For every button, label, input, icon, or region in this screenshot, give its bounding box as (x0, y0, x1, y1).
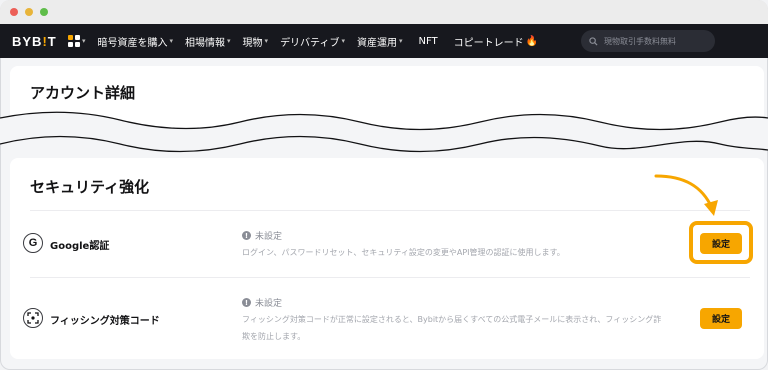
account-details-title: アカウント詳細 (30, 84, 136, 102)
search-bar[interactable]: 現物取引手数料無料 (581, 30, 715, 52)
description-line: 欺を防止します。 (242, 332, 306, 341)
maximize-window-button[interactable] (40, 8, 48, 16)
google-auth-description: ログイン、パスワードリセット、セキュリティ設定の変更やAPI管理の認証に使用しま… (242, 248, 565, 257)
description-line: フィッシング対策コードが正常に設定されると、Bybitから届くすべての公式電子メ… (242, 315, 662, 324)
fire-icon: 🔥 (525, 35, 539, 47)
highlight-frame (689, 221, 753, 264)
anti-phishing-setup-button[interactable]: 設定 (700, 308, 742, 329)
anti-phishing-icon (23, 308, 43, 328)
minimize-window-button[interactable] (25, 8, 33, 16)
close-window-button[interactable] (10, 8, 18, 16)
window-titlebar (0, 0, 768, 24)
nav-item-markets[interactable]: 相場情報 ▾ (185, 34, 231, 49)
top-navigation: BYB!T ▾ 暗号資産を購入 ▾ 相場情報 ▾ 現物 ▾ デリバティブ ▾ 資産運用 ▾… (0, 24, 768, 58)
nav-item-earn[interactable]: 資産運用 ▾ (357, 34, 403, 49)
anti-phishing-status: ! 未設定 (242, 296, 282, 309)
anti-phishing-description: フィッシング対策コードが正常に設定されると、Bybitから届くすべての公式電子メ… (242, 311, 702, 345)
anti-phishing-title: フィッシング対策コード (50, 316, 160, 327)
bybit-logo[interactable]: BYB!T (12, 34, 56, 49)
divider (30, 210, 750, 211)
nav-item-copy-trade[interactable]: コピートレード 🔥 (454, 34, 538, 49)
google-auth-title: Google認証 (50, 241, 110, 252)
security-title: セキュリティ強化 (30, 178, 150, 196)
nav-item-nft[interactable]: NFT (419, 36, 438, 47)
info-icon: ! (242, 298, 251, 307)
apps-menu-icon[interactable]: ▾ (68, 35, 86, 47)
info-icon: ! (242, 231, 251, 240)
google-icon: G (23, 233, 43, 253)
search-icon (589, 36, 598, 46)
wave-divider (0, 111, 768, 153)
nav-item-derivatives[interactable]: デリバティブ ▾ (280, 34, 345, 49)
google-auth-status: ! 未設定 (242, 229, 282, 242)
browser-window: BYB!T ▾ 暗号資産を購入 ▾ 相場情報 ▾ 現物 ▾ デリバティブ ▾ 資産運用 ▾… (0, 0, 768, 370)
search-placeholder: 現物取引手数料無料 (604, 36, 676, 46)
divider (30, 277, 750, 278)
pointer-arrow-icon (654, 174, 718, 216)
nav-item-buy-crypto[interactable]: 暗号資産を購入 ▾ (98, 34, 174, 49)
nav-item-spot[interactable]: 現物 ▾ (243, 34, 269, 49)
chevron-down-icon: ▾ (82, 37, 86, 45)
